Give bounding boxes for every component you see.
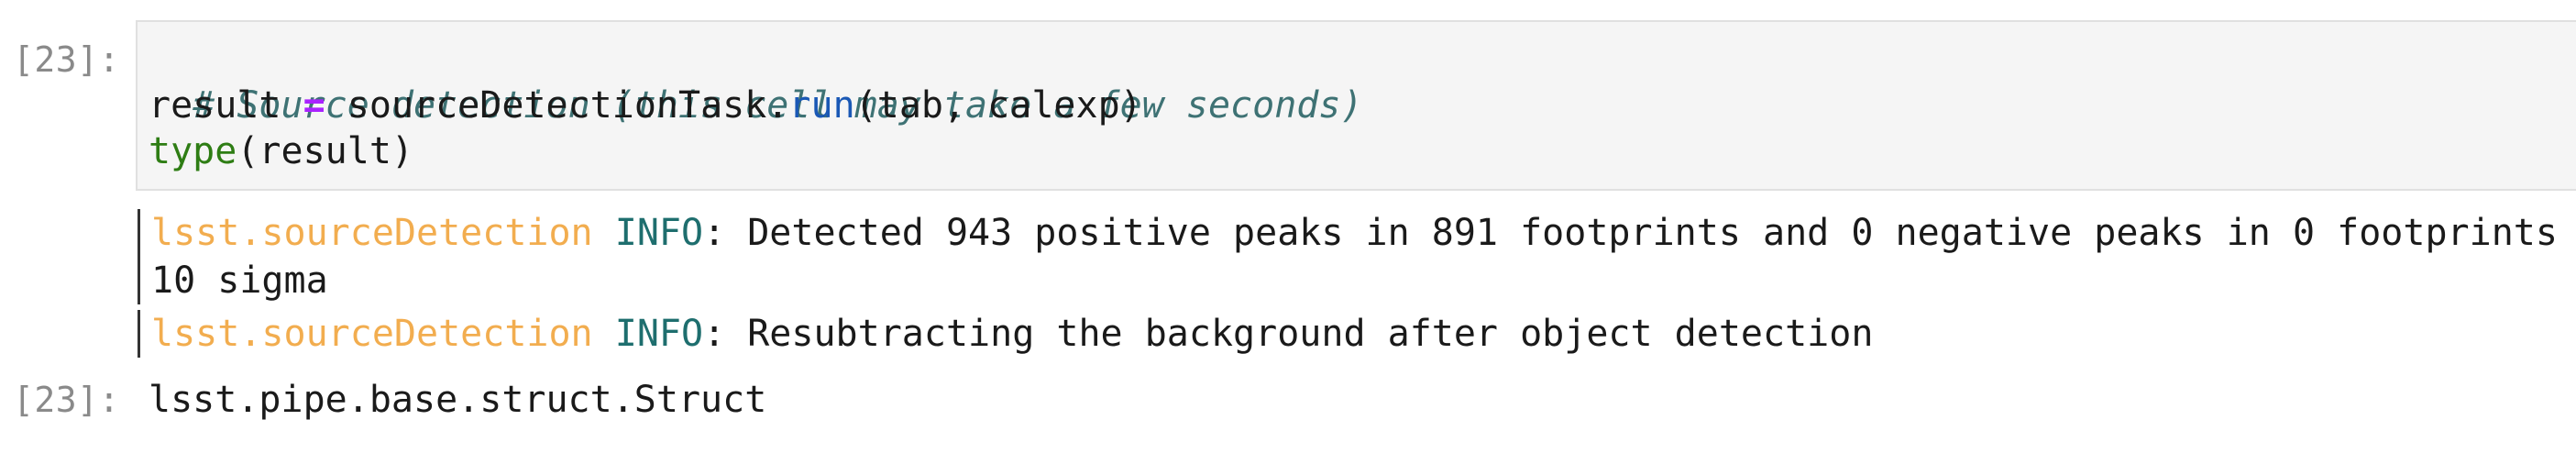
log-message-continued: 10 sigma [151,260,328,302]
log-message: : Resubtracting the background after obj… [703,313,1874,355]
code-line-type: type(result) [149,128,413,174]
stderr-log-entry: lsst.sourceDetection INFO: Resubtracting… [138,310,1873,358]
output-prompt: [23]: [13,380,120,420]
code-method: run [788,84,855,127]
log-logger-name: lsst.sourceDetection [151,313,593,355]
stderr-log-entry: lsst.sourceDetection INFO: Detected 943 … [138,209,2576,304]
code-object: sourceDetectionTask. [347,84,789,127]
code-args: (tab, calexp) [854,84,1142,127]
code-line-assignment: result = sourceDetectionTask.run(tab, ca… [149,83,1142,128]
code-builtin: type [149,130,237,172]
log-logger-name: lsst.sourceDetection [151,212,593,254]
code-args: (result) [237,130,413,172]
output-result: lsst.pipe.base.struct.Struct [149,379,767,421]
log-level: INFO [614,313,704,355]
code-variable: result [149,84,281,127]
log-level: INFO [614,212,704,254]
log-message: : Detected 943 positive peaks in 891 foo… [703,212,2576,254]
code-operator: = [303,84,325,127]
input-prompt: [23]: [13,39,120,80]
